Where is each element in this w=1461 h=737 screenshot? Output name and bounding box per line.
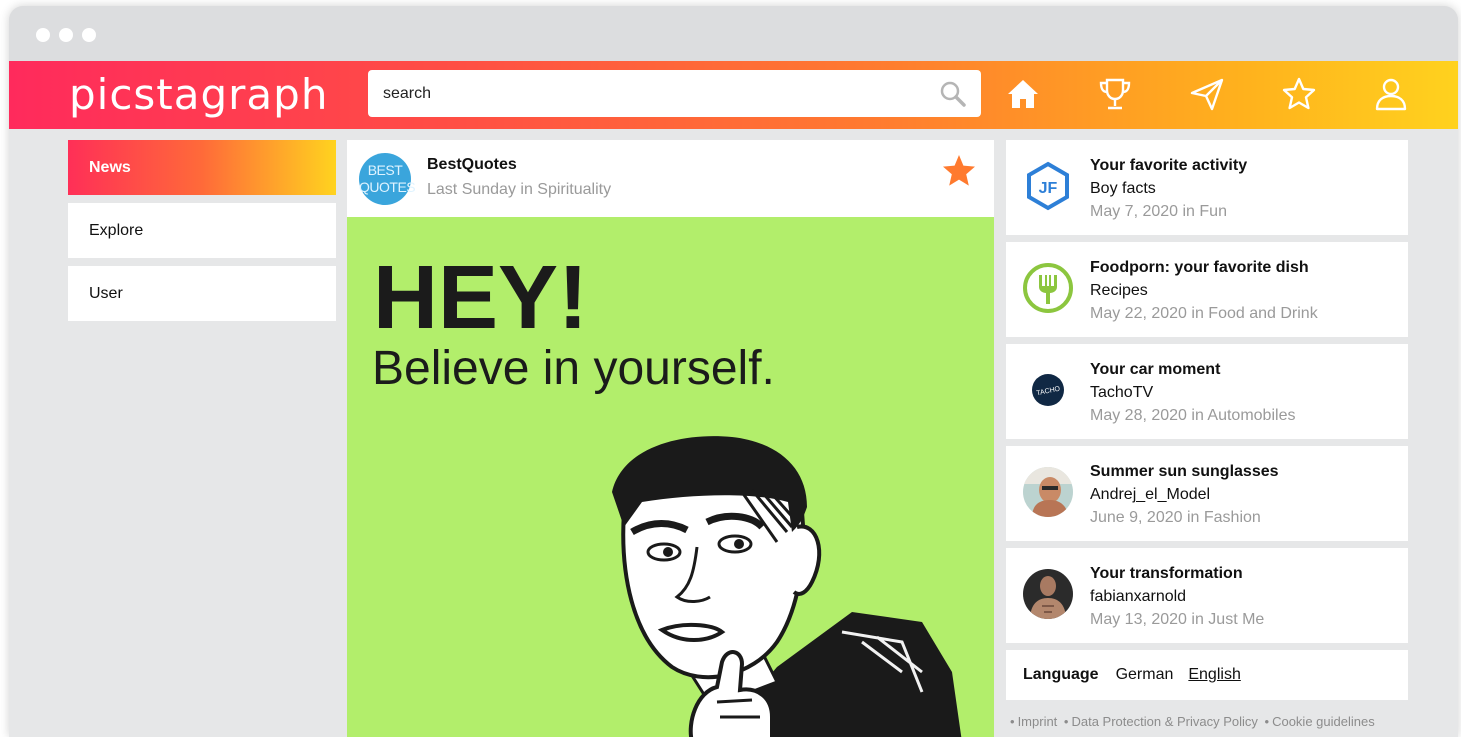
footer-bullet: • [1010, 714, 1015, 729]
avatar-text: QUOTES [359, 179, 416, 195]
feed-card-subtitle: TachoTV [1090, 384, 1154, 401]
feed-card[interactable]: Summer sun sunglasses Andrej_el_Model Ju… [1006, 446, 1408, 541]
window-dot[interactable] [36, 28, 50, 42]
feed-card-subtitle: Recipes [1090, 282, 1148, 299]
feed-card-title: Summer sun sunglasses [1090, 463, 1279, 480]
browser-window: picstagraph search News Explore User BES… [9, 6, 1458, 737]
sidebar-item-label: Explore [89, 221, 144, 239]
window-dot[interactable] [59, 28, 73, 42]
star-icon[interactable] [1280, 75, 1318, 113]
sidebar-item-label: User [89, 284, 123, 302]
favorite-star-icon[interactable] [941, 153, 977, 189]
user-icon[interactable] [1372, 75, 1410, 113]
user-photo-avatar [1023, 467, 1073, 517]
trophy-icon[interactable] [1096, 75, 1134, 113]
avatar[interactable]: BEST QUOTES [359, 153, 416, 205]
footer-links: • Imprint • Data Protection & Privacy Poli… [1006, 714, 1408, 729]
meme-illustration [612, 436, 962, 737]
sidebar-item-label: News [89, 158, 131, 176]
footer-bullet: • [1063, 714, 1069, 729]
sidebar-item-news[interactable]: News [68, 140, 336, 195]
avatar-text: BEST [367, 162, 403, 178]
footer-link-cookies[interactable]: Cookie guidelines [1272, 714, 1375, 729]
feed-card-meta: June 9, 2020 in Fashion [1090, 509, 1261, 526]
feed-card-title: Your transformation [1090, 565, 1243, 582]
feed-card[interactable]: TACHO Your car moment TachoTV May 28, 20… [1006, 344, 1408, 439]
app-logo[interactable]: picstagraph [69, 70, 328, 119]
fork-logo-icon [1023, 263, 1073, 313]
language-selector: Language German English [1006, 650, 1408, 700]
language-option-english[interactable]: English [1188, 666, 1240, 684]
feed-card[interactable]: Foodporn: your favorite dish Recipes May… [1006, 242, 1408, 337]
sidebar-nav: News Explore User [68, 140, 336, 329]
window-dot[interactable] [82, 28, 96, 42]
paper-plane-icon[interactable] [1188, 75, 1226, 113]
post-header: BEST QUOTES BestQuotes Last Sunday in Sp… [347, 140, 994, 217]
feed-card-subtitle: fabianxarnold [1090, 588, 1187, 605]
footer-bullet: • [1264, 714, 1270, 729]
user-photo-avatar [1023, 569, 1073, 619]
post-meta: Last Sunday in Spirituality [427, 181, 612, 198]
search-input[interactable] [381, 83, 925, 104]
jf-hexagon-logo-icon: JF [1027, 161, 1069, 211]
search-bar [368, 70, 981, 117]
post-image-subline: Believe in yourself. [372, 342, 775, 395]
feed-card-subtitle: Andrej_el_Model [1090, 486, 1211, 503]
tacho-logo-icon: TACHO [1032, 374, 1064, 406]
feed-card[interactable]: JF Your favorite activity Boy facts May … [1006, 140, 1408, 235]
feed-card-title: Your favorite activity [1090, 157, 1248, 174]
feed-card-meta: May 22, 2020 in Food and Drink [1090, 305, 1318, 322]
post-author[interactable]: BestQuotes [427, 156, 517, 174]
feed-card[interactable]: Your transformation fabianxarnold May 13… [1006, 548, 1408, 643]
browser-titlebar [9, 6, 1458, 61]
post-image[interactable]: HEY! Believe in yourself. [347, 217, 994, 737]
post-image-headline: HEY! [373, 248, 589, 348]
top-navigation-bar: picstagraph [9, 61, 1458, 129]
feed-card-meta: May 7, 2020 in Fun [1090, 203, 1227, 220]
language-option-german[interactable]: German [1116, 666, 1174, 684]
feed-card-subtitle: Boy facts [1090, 180, 1156, 197]
feed-card-meta: May 28, 2020 in Automobiles [1090, 407, 1296, 424]
sidebar-item-user[interactable]: User [68, 266, 336, 321]
feed-card-meta: May 13, 2020 in Just Me [1090, 611, 1265, 628]
footer-link-imprint[interactable]: Imprint [1018, 714, 1058, 729]
home-icon[interactable] [1004, 75, 1042, 113]
footer-link-privacy[interactable]: Data Protection & Privacy Policy [1071, 714, 1257, 729]
post-card: BEST QUOTES BestQuotes Last Sunday in Sp… [347, 140, 994, 737]
language-label: Language [1023, 666, 1099, 683]
search-icon[interactable] [939, 80, 967, 108]
sidebar-item-explore[interactable]: Explore [68, 203, 336, 258]
svg-text:JF: JF [1039, 180, 1058, 197]
feed-card-title: Your car moment [1090, 361, 1221, 378]
feed-card-title: Foodporn: your favorite dish [1090, 259, 1309, 276]
right-feed: JF Your favorite activity Boy facts May … [1006, 140, 1408, 729]
